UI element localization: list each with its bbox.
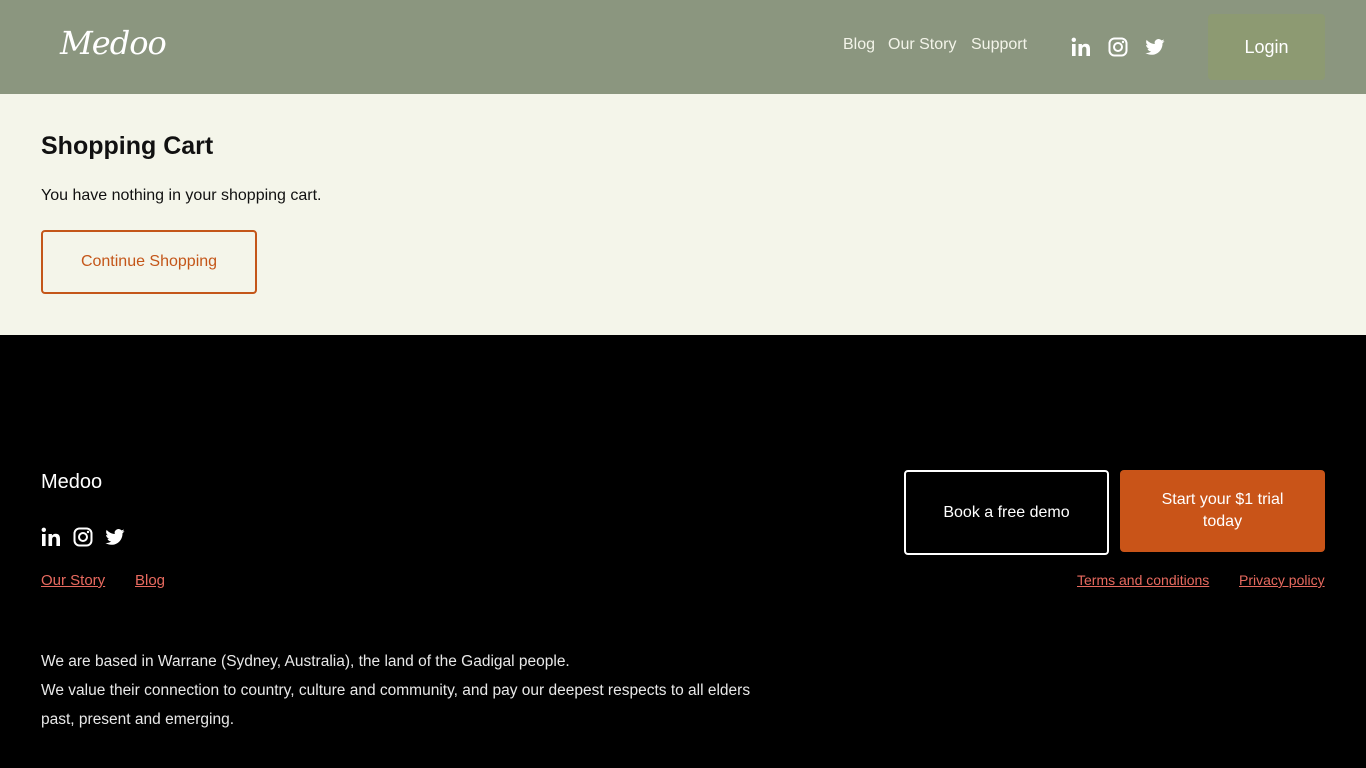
twitter-icon[interactable] (105, 527, 125, 547)
instagram-icon[interactable] (1108, 37, 1128, 57)
acknowledgement-line-1: We are based in Warrane (Sydney, Austral… (41, 653, 570, 670)
footer-link-blog[interactable]: Blog (135, 572, 165, 589)
acknowledgement-of-country: We are based in Warrane (Sydney, Austral… (41, 647, 761, 734)
footer-link-privacy[interactable]: Privacy policy (1239, 572, 1325, 588)
login-button[interactable]: Login (1208, 14, 1325, 80)
nav-blog[interactable]: Blog (843, 36, 875, 54)
acknowledgement-line-2: We value their connection to country, cu… (41, 682, 751, 728)
continue-shopping-button[interactable]: Continue Shopping (41, 230, 257, 294)
nav-our-story[interactable]: Our Story (888, 36, 956, 54)
site-logo[interactable]: Medoo (60, 24, 167, 62)
book-demo-button[interactable]: Book a free demo (904, 470, 1109, 555)
empty-cart-message: You have nothing in your shopping cart. (41, 187, 322, 204)
instagram-icon[interactable] (73, 527, 93, 547)
linkedin-icon[interactable] (1071, 37, 1091, 57)
twitter-icon[interactable] (1145, 37, 1165, 57)
cart-section: Shopping Cart You have nothing in your s… (0, 94, 1366, 335)
page-title: Shopping Cart (41, 132, 214, 160)
footer-link-terms[interactable]: Terms and conditions (1077, 572, 1209, 588)
footer-brand: Medoo (41, 471, 103, 493)
start-trial-button[interactable]: Start your $1 trial today (1120, 470, 1325, 552)
nav-support[interactable]: Support (971, 36, 1027, 54)
linkedin-icon[interactable] (41, 527, 61, 547)
site-footer: Medoo Our Story Blog Book a free demo St… (0, 335, 1366, 768)
footer-link-our-story[interactable]: Our Story (41, 572, 105, 589)
site-header: Medoo Blog Our Story Support Login (0, 0, 1366, 94)
